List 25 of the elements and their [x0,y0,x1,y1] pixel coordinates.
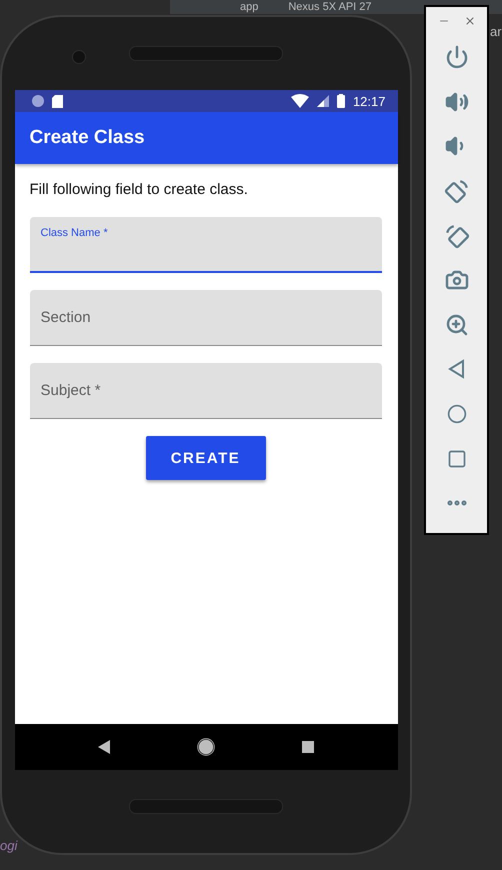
notification-dot-icon [32,95,44,107]
create-button[interactable]: CREATE [146,436,266,480]
camera-lens [72,50,86,64]
instruction-text: Fill following field to create class. [30,181,249,198]
power-icon[interactable] [444,45,468,70]
ide-tab[interactable]: Nexus 5X API 27 [288,1,372,13]
input-field[interactable]: Section [30,290,382,346]
overview-icon[interactable] [446,448,466,469]
zoom-in-icon[interactable] [444,312,468,337]
rotate-left-icon[interactable] [444,178,470,204]
rotate-right-icon[interactable] [444,222,470,249]
input-field[interactable]: Subject * [30,363,382,419]
background-text: ar [490,24,502,39]
home-icon[interactable] [197,738,215,756]
close-icon[interactable] [464,15,476,27]
background-text: ogi [0,838,18,853]
ide-tab[interactable]: app [240,1,258,13]
battery-icon [336,94,345,108]
screen-title: Create Class [30,127,145,149]
wifi-icon [290,94,309,108]
back-icon[interactable] [98,740,110,754]
input-field[interactable]: Class Name * [30,217,382,273]
signal-icon [316,95,329,107]
clock: 12:17 [352,94,386,108]
sd-card-icon [52,94,62,108]
